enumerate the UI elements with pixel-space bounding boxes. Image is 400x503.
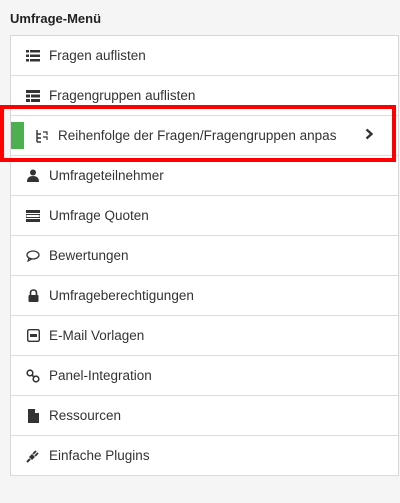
menu-item-label: Umfrage Quoten: [49, 208, 149, 223]
menu-title: Umfrage-Menü: [10, 11, 102, 26]
file-icon: [25, 408, 41, 424]
quota-icon: [25, 208, 41, 224]
link-icon: [25, 368, 41, 384]
menu-item-simple-plugins[interactable]: Einfache Plugins: [11, 436, 398, 476]
menu-item-list-questions[interactable]: Fragen auflisten: [11, 36, 398, 76]
lock-icon: [25, 288, 41, 304]
active-indicator: [11, 122, 24, 149]
list-icon: [25, 48, 41, 64]
survey-menu-panel: Umfrage-Menü Fragen auflisten Fragengrup…: [0, 0, 400, 503]
menu-item-label: Umfrageberechtigungen: [49, 288, 194, 303]
survey-menu-list: Fragen auflisten Fragengruppen auflisten…: [10, 35, 399, 476]
list-group-icon: [25, 88, 41, 104]
menu-item-label: Ressourcen: [49, 408, 122, 423]
menu-item-label: Fragengruppen auflisten: [49, 88, 196, 103]
reorder-icon: [34, 128, 50, 144]
menu-item-reorder[interactable]: Reihenfolge der Fragen/Fragengruppen anp…: [11, 116, 398, 156]
menu-item-participants[interactable]: Umfrageteilnehmer: [11, 156, 398, 196]
menu-item-label: Panel-Integration: [49, 368, 152, 383]
menu-item-label: Fragen auflisten: [49, 48, 146, 63]
menu-item-label: Bewertungen: [49, 248, 129, 263]
comment-icon: [25, 248, 41, 264]
user-icon: [25, 168, 41, 184]
menu-item-label: Umfrageteilnehmer: [49, 168, 164, 183]
menu-item-quotas[interactable]: Umfrage Quoten: [11, 196, 398, 236]
menu-item-label: Einfache Plugins: [49, 448, 150, 463]
menu-item-email-templates[interactable]: E-Mail Vorlagen: [11, 316, 398, 356]
menu-item-list-question-groups[interactable]: Fragengruppen auflisten: [11, 76, 398, 116]
menu-item-label: E-Mail Vorlagen: [49, 328, 145, 343]
menu-item-panel-integration[interactable]: Panel-Integration: [11, 356, 398, 396]
menu-item-label: Reihenfolge der Fragen/Fragengruppen anp…: [58, 128, 337, 143]
email-template-icon: [25, 328, 41, 344]
menu-item-permissions[interactable]: Umfrageberechtigungen: [11, 276, 398, 316]
plug-icon: [25, 448, 41, 464]
chevron-right-icon: [365, 128, 374, 143]
menu-item-assessments[interactable]: Bewertungen: [11, 236, 398, 276]
menu-item-resources[interactable]: Ressourcen: [11, 396, 398, 436]
